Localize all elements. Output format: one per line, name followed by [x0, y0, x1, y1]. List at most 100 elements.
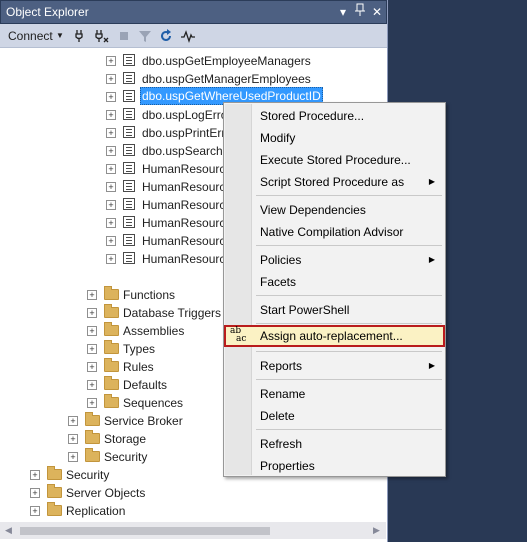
tree-node-label: dbo.uspGetEmployeeManagers	[142, 54, 311, 68]
expand-icon[interactable]: +	[30, 506, 40, 516]
expand-icon[interactable]: +	[106, 164, 116, 174]
menu-item-label: Script Stored Procedure as	[260, 175, 405, 189]
expand-icon[interactable]: +	[106, 110, 116, 120]
panel-title: Object Explorer	[6, 5, 89, 19]
scroll-right-icon[interactable]: ▶	[373, 525, 380, 536]
horizontal-scrollbar[interactable]: ◀ ▶	[0, 522, 386, 539]
disconnect-icon[interactable]	[94, 28, 110, 44]
connect-dropdown-arrow-icon[interactable]: ▼	[56, 31, 64, 40]
expand-icon[interactable]: +	[87, 326, 97, 336]
expand-icon[interactable]: +	[87, 290, 97, 300]
tree-node-label: HumanResourc	[142, 216, 226, 230]
tree-node-replication[interactable]: + Replication	[0, 502, 386, 519]
expand-icon[interactable]: +	[87, 362, 97, 372]
menu-item-view-dependencies[interactable]: View Dependencies	[226, 199, 443, 221]
close-icon[interactable]: ✕	[369, 3, 385, 21]
menu-item-label: Facets	[260, 275, 297, 289]
filter-icon[interactable]	[137, 28, 153, 44]
stored-procedure-icon	[123, 108, 135, 120]
tree-node-label: Security	[66, 468, 110, 482]
expand-icon[interactable]: +	[87, 380, 97, 390]
stored-procedure-icon	[123, 234, 135, 246]
menu-item-refresh[interactable]: Refresh	[226, 433, 443, 455]
expand-icon[interactable]: +	[30, 488, 40, 498]
stored-procedure-icon	[123, 54, 135, 66]
scroll-left-icon[interactable]: ◀	[5, 525, 12, 536]
menu-item-label: Refresh	[260, 437, 303, 451]
menu-item-facets[interactable]: Facets	[226, 271, 443, 293]
folder-icon	[104, 304, 119, 318]
toolbar: Connect ▼	[0, 24, 387, 48]
menu-item-policies[interactable]: Policies ▶	[226, 249, 443, 271]
icon-text-bottom: ac	[236, 334, 247, 344]
expand-icon[interactable]: +	[68, 416, 78, 426]
expand-icon[interactable]: +	[30, 470, 40, 480]
menu-item-reports[interactable]: Reports ▶	[226, 355, 443, 377]
menu-item-assign-auto-replacement[interactable]: ab ac Assign auto-replacement...	[224, 325, 445, 347]
menu-item-rename[interactable]: Rename	[226, 383, 443, 405]
tree-node-label: Storage	[104, 432, 147, 446]
expand-icon[interactable]: +	[87, 308, 97, 318]
tree-node-label: HumanResourc	[142, 198, 226, 212]
stored-procedure-icon	[123, 126, 135, 138]
menu-item-properties[interactable]: Properties	[226, 455, 443, 477]
tree-node-label: Functions	[123, 288, 176, 302]
expand-icon[interactable]: +	[106, 236, 116, 246]
expand-icon[interactable]: +	[106, 254, 116, 264]
menu-item-modify[interactable]: Modify	[226, 127, 443, 149]
menu-item-label: Delete	[260, 409, 295, 423]
menu-separator	[256, 429, 442, 430]
tree-node-label: HumanResourc	[142, 180, 226, 194]
tree-node-sp[interactable]: + dbo.uspGetManagerEmployees	[0, 70, 386, 88]
connect-button[interactable]: Connect	[8, 29, 53, 43]
menu-item-label: Native Compilation Advisor	[260, 225, 404, 239]
menu-item-execute-stored-procedure[interactable]: Execute Stored Procedure...	[226, 149, 443, 171]
expand-icon[interactable]: +	[106, 74, 116, 84]
expand-icon[interactable]: +	[68, 452, 78, 462]
refresh-icon[interactable]	[158, 28, 174, 44]
menu-item-label: Properties	[260, 459, 315, 473]
folder-icon	[47, 466, 62, 480]
scrollbar-thumb[interactable]	[20, 527, 270, 535]
menu-item-label: Rename	[260, 387, 306, 401]
tree-node-label: Types	[123, 342, 156, 356]
menu-separator	[256, 195, 442, 196]
stored-procedure-icon	[123, 252, 135, 264]
connect-icon[interactable]	[74, 28, 90, 44]
expand-icon[interactable]: +	[87, 344, 97, 354]
menu-item-label: Modify	[260, 131, 296, 145]
activity-monitor-icon[interactable]	[180, 28, 196, 44]
menu-item-script-stored-procedure-as[interactable]: Script Stored Procedure as ▶	[226, 171, 443, 193]
expand-icon[interactable]: +	[106, 128, 116, 138]
menu-separator	[256, 351, 442, 352]
menu-item-new-stored-procedure[interactable]: Stored Procedure...	[226, 105, 443, 127]
expand-icon[interactable]: +	[106, 146, 116, 156]
stored-procedure-icon	[123, 180, 135, 192]
expand-icon[interactable]: +	[106, 200, 116, 210]
tree-node-sp[interactable]: + dbo.uspGetEmployeeManagers	[0, 52, 386, 70]
auto-hide-pin-icon[interactable]	[352, 3, 368, 21]
menu-item-delete[interactable]: Delete	[226, 405, 443, 427]
expand-icon[interactable]: +	[106, 56, 116, 66]
menu-item-label: Stored Procedure...	[260, 109, 365, 123]
window-position-icon[interactable]: ▾	[335, 3, 351, 21]
stop-icon[interactable]	[116, 28, 132, 44]
expand-icon[interactable]: +	[68, 434, 78, 444]
menu-item-label: Reports	[260, 359, 303, 373]
folder-icon	[104, 394, 119, 408]
tree-node-server-objects[interactable]: + Server Objects	[0, 484, 386, 502]
menu-separator	[256, 245, 442, 246]
folder-icon	[85, 448, 100, 462]
expand-icon[interactable]: +	[106, 182, 116, 192]
abc-replace-icon: ab ac	[230, 327, 248, 345]
menu-item-start-powershell[interactable]: Start PowerShell	[226, 299, 443, 321]
menu-item-label: Policies	[260, 253, 302, 267]
expand-icon[interactable]: +	[106, 92, 116, 102]
menu-item-native-compilation-advisor[interactable]: Native Compilation Advisor	[226, 221, 443, 243]
folder-icon	[47, 502, 62, 516]
submenu-arrow-icon: ▶	[428, 255, 435, 264]
expand-icon[interactable]: +	[106, 218, 116, 228]
expand-icon[interactable]: +	[87, 398, 97, 408]
stored-procedure-icon	[123, 72, 135, 84]
panel-title-bar: Object Explorer ▾ ✕	[0, 0, 387, 24]
